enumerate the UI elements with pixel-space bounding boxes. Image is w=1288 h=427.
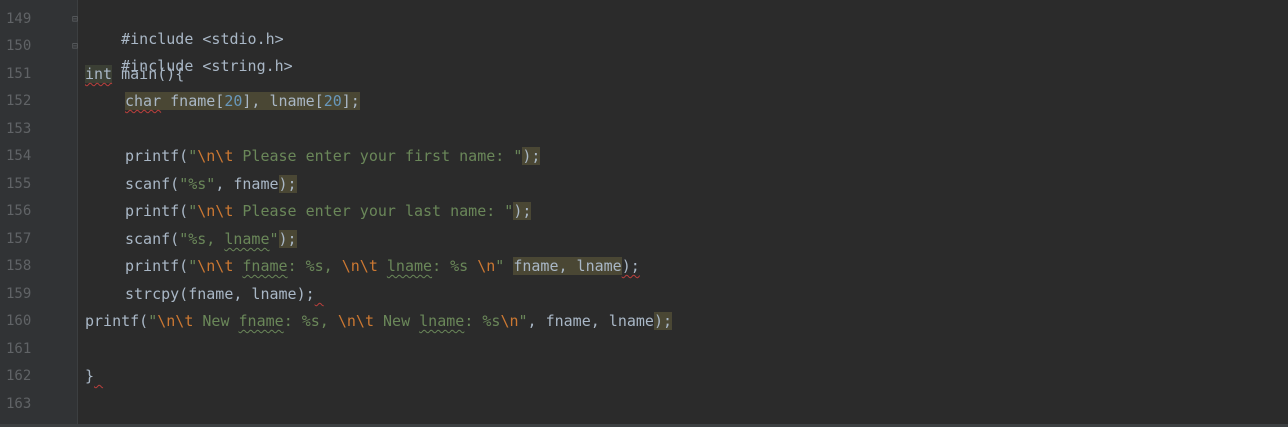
string-token: ": [188, 202, 198, 220]
number-token: 20: [224, 92, 243, 110]
escape-token: \n\t: [197, 202, 234, 220]
string-token: : %s: [464, 312, 501, 330]
code-text: strcpy(fname, lname);: [125, 285, 315, 303]
code-line-151[interactable]: int main(){: [85, 64, 184, 84]
line-number: 152: [6, 93, 32, 109]
code-line-154[interactable]: printf("\n\t Please enter your first nam…: [125, 146, 541, 166]
escape-token: \n\t: [337, 312, 374, 330]
string-token: : %s: [432, 257, 478, 275]
code-text: );: [653, 312, 673, 330]
string-token: lname: [419, 312, 465, 330]
code-editor[interactable]: 149 150 151 152 153 154 155 156 157 158 …: [0, 0, 1288, 427]
line-number: 154: [6, 148, 32, 164]
code-text: , fname, lname: [527, 312, 654, 330]
code-line-149[interactable]: #include <stdio.h>: [85, 9, 284, 48]
string-token: [378, 257, 387, 275]
string-token: ": [188, 147, 198, 165]
string-token: New: [374, 312, 420, 330]
number-token: 20: [323, 92, 342, 110]
escape-token: \n: [477, 257, 496, 275]
code-line-156[interactable]: printf("\n\t Please enter your last name…: [125, 201, 532, 221]
line-number: 155: [6, 176, 32, 192]
code-text: );: [278, 175, 297, 193]
line-number: 161: [6, 341, 32, 357]
string-token: ": [148, 312, 158, 330]
fold-marker-icon[interactable]: ⊟: [72, 14, 81, 25]
escape-token: \n\t: [341, 257, 378, 275]
line-number: 162: [6, 368, 32, 384]
code-line-160[interactable]: printf("\n\t New fname: %s, \n\t New lna…: [85, 311, 673, 331]
code-line-159[interactable]: strcpy(fname, lname);: [125, 284, 324, 304]
escape-token: \n\t: [197, 147, 234, 165]
code-text: printf(: [125, 202, 189, 220]
fold-marker-icon[interactable]: ⊟: [72, 41, 81, 52]
code-text: scanf(: [125, 175, 180, 193]
code-text: scanf(: [125, 230, 180, 248]
code-text: ], lname[: [242, 92, 324, 110]
code-text: );: [621, 257, 640, 275]
code-text: , fname: [215, 175, 279, 193]
args-token: fname, lname: [513, 257, 622, 275]
code-line-157[interactable]: scanf("%s, lname");: [125, 229, 297, 249]
line-number: 159: [6, 286, 32, 302]
string-token: : %s,: [287, 257, 342, 275]
string-token: ": [188, 257, 198, 275]
line-number: 149: [6, 11, 32, 27]
string-token: New: [193, 312, 239, 330]
keyword-token: char: [125, 92, 162, 110]
code-text: ];: [341, 92, 360, 110]
code-line-158[interactable]: printf("\n\t fname: %s, \n\t lname: %s \…: [125, 256, 640, 276]
string-token: ": [495, 257, 505, 275]
code-text: printf(: [85, 312, 149, 330]
keyword-token: int: [85, 65, 113, 83]
code-text: printf(: [125, 257, 189, 275]
string-token: "%s": [179, 175, 216, 193]
error-marker: [94, 367, 103, 385]
line-number: 156: [6, 203, 32, 219]
code-text: }: [85, 367, 95, 385]
string-token: fname: [238, 312, 284, 330]
code-text: printf(: [125, 147, 189, 165]
code-text: );: [513, 202, 532, 220]
code-line-155[interactable]: scanf("%s", fname);: [125, 174, 297, 194]
string-token: lname: [224, 230, 270, 248]
string-token: fname: [242, 257, 288, 275]
line-number: 163: [6, 396, 32, 412]
code-line-150[interactable]: #include <string.h>: [85, 36, 293, 75]
line-number: 160: [6, 313, 32, 329]
line-number-gutter: 149 150 151 152 153 154 155 156 157 158 …: [0, 0, 78, 427]
escape-token: \n: [500, 312, 519, 330]
code-text: main(){: [112, 65, 185, 83]
string-token: : %s,: [283, 312, 338, 330]
line-number: 153: [6, 121, 32, 137]
code-line-152[interactable]: char fname[20], lname[20];: [85, 91, 360, 111]
error-marker: [315, 285, 324, 303]
escape-token: \n\t: [197, 257, 234, 275]
string-token: "%s,: [179, 230, 225, 248]
string-token: Please enter your last name: ": [233, 202, 514, 220]
line-number: 150: [6, 38, 32, 54]
code-text: fname[: [161, 92, 225, 110]
code-text: );: [278, 230, 297, 248]
line-number: 151: [6, 66, 32, 82]
escape-token: \n\t: [157, 312, 194, 330]
code-text: );: [522, 147, 541, 165]
string-token: ": [269, 230, 279, 248]
line-number: 158: [6, 258, 32, 274]
string-token: ": [518, 312, 528, 330]
string-token: lname: [386, 257, 433, 275]
string-token: Please enter your first name: ": [233, 147, 523, 165]
line-number: 157: [6, 231, 32, 247]
code-line-162[interactable]: }: [85, 366, 103, 386]
